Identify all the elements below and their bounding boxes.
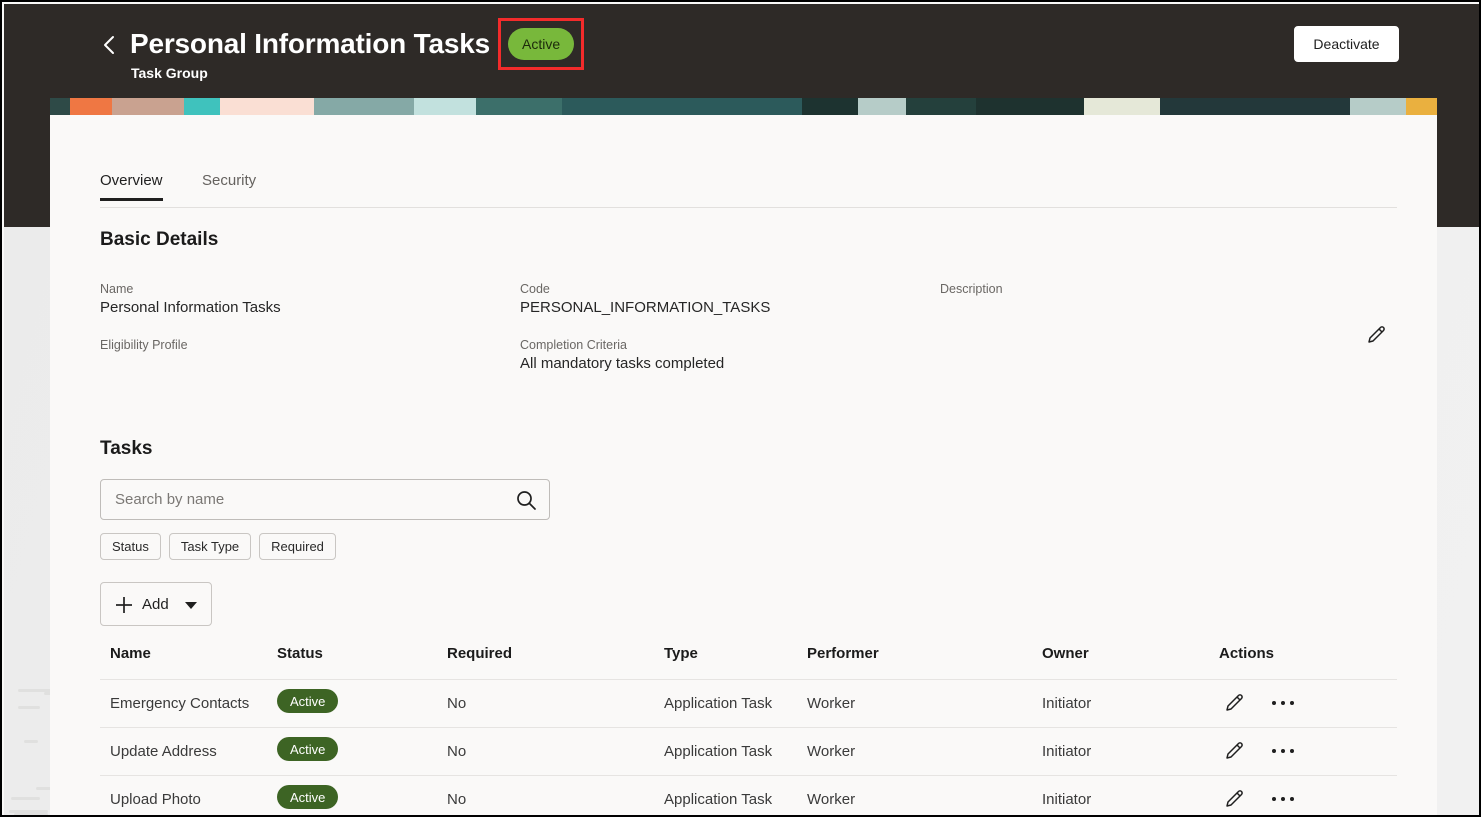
cell-status-badge: Active — [277, 737, 339, 761]
deactivate-button[interactable]: Deactivate — [1294, 26, 1399, 62]
add-task-label: Add — [142, 596, 169, 613]
basic-details-heading: Basic Details — [100, 229, 219, 250]
pencil-icon — [1365, 324, 1387, 349]
row-edit-pencil-icon[interactable] — [1222, 739, 1246, 763]
cell-owner: Initiator — [1042, 695, 1092, 712]
search-input[interactable] — [115, 480, 505, 519]
banner-segment — [314, 98, 414, 115]
field-name-label: Name — [100, 282, 134, 296]
field-code-value: PERSONAL_INFORMATION_TASKS — [520, 299, 771, 316]
field-completion-criteria-value: All mandatory tasks completed — [520, 355, 725, 372]
field-name: Name Personal Information Tasks — [100, 282, 281, 316]
filter-chip-status[interactable]: Status — [100, 533, 161, 560]
cell-performer: Worker — [807, 695, 856, 712]
cell-owner: Initiator — [1042, 791, 1092, 808]
banner-segment — [858, 98, 906, 115]
banner-segment — [112, 98, 184, 115]
content-card: Overview Security Basic Details Name Per… — [50, 98, 1437, 815]
plus-icon — [115, 596, 133, 614]
filter-chip-required[interactable]: Required — [259, 533, 336, 560]
banner-segment — [184, 98, 220, 115]
decorative-banner-image — [50, 98, 1437, 115]
banner-segment — [1406, 98, 1437, 115]
cell-name: Emergency Contacts — [110, 695, 250, 712]
banner-segment — [1084, 98, 1160, 115]
back-navigation-icon[interactable] — [96, 28, 122, 62]
cell-name: Upload Photo — [110, 791, 201, 808]
banner-segment — [414, 98, 476, 115]
tasks-table: Name Status Required Type Performer Owne… — [100, 632, 1397, 815]
banner-segment — [70, 98, 112, 115]
banner-segment — [220, 98, 314, 115]
banner-segment — [50, 98, 70, 115]
cell-performer: Worker — [807, 743, 856, 760]
row-ellipsis-icon[interactable] — [1270, 787, 1296, 811]
row-edit-pencil-icon[interactable] — [1222, 691, 1246, 715]
banner-segment — [562, 98, 802, 115]
banner-segment — [906, 98, 976, 115]
row-ellipsis-icon[interactable] — [1270, 739, 1296, 763]
banner-segment — [802, 98, 858, 115]
row-ellipsis-icon[interactable] — [1270, 691, 1296, 715]
field-eligibility-profile-label: Eligibility Profile — [100, 338, 188, 352]
application-window: Personal Information Tasks Task Group Ac… — [0, 0, 1481, 817]
field-completion-criteria-label: Completion Criteria — [520, 338, 627, 352]
cell-status-badge: Active — [277, 689, 339, 713]
column-header-name: Name — [110, 645, 151, 662]
tab-bar: Overview Security — [100, 172, 1397, 208]
row-edit-pencil-icon[interactable] — [1222, 787, 1246, 811]
table-row[interactable]: Emergency Contacts Active No Application… — [100, 680, 1397, 728]
field-completion-criteria: Completion Criteria All mandatory tasks … — [520, 338, 724, 372]
cell-name: Update Address — [110, 743, 217, 760]
search-icon[interactable] — [515, 489, 537, 511]
cell-type: Application Task — [664, 695, 773, 712]
banner-segment — [1160, 98, 1350, 115]
add-task-button[interactable]: Add — [100, 582, 212, 626]
cell-performer: Worker — [807, 791, 856, 808]
column-header-owner: Owner — [1042, 645, 1089, 662]
cell-required: No — [447, 791, 467, 808]
filter-chip-task-type[interactable]: Task Type — [168, 533, 252, 560]
cell-status-badge: Active — [277, 785, 339, 809]
tab-overview[interactable]: Overview — [100, 172, 163, 201]
page-title: Personal Information Tasks — [130, 28, 490, 59]
field-description: Description — [940, 282, 1003, 299]
cell-required: No — [447, 695, 467, 712]
tasks-heading: Tasks — [100, 438, 153, 459]
filter-chip-group: Status Task Type Required — [100, 533, 336, 560]
edit-basic-details-button[interactable] — [1360, 320, 1392, 352]
cell-owner: Initiator — [1042, 743, 1092, 760]
table-header-row: Name Status Required Type Performer Owne… — [100, 632, 1397, 680]
cell-required: No — [447, 743, 467, 760]
field-code: Code PERSONAL_INFORMATION_TASKS — [520, 282, 770, 316]
table-row[interactable]: Upload Photo Active No Application Task … — [100, 776, 1397, 815]
banner-segment — [1350, 98, 1406, 115]
status-badge-highlight — [498, 18, 584, 70]
banner-segment — [976, 98, 1084, 115]
field-description-label: Description — [940, 282, 1003, 296]
column-header-performer: Performer — [807, 645, 879, 662]
page-subtitle: Task Group — [131, 65, 208, 81]
column-header-actions: Actions — [1219, 645, 1275, 662]
chevron-down-icon — [185, 602, 197, 609]
field-code-label: Code — [520, 282, 550, 296]
banner-segment — [476, 98, 562, 115]
table-row[interactable]: Update Address Active No Application Tas… — [100, 728, 1397, 776]
tab-security[interactable]: Security — [202, 172, 256, 198]
task-search-box — [100, 479, 550, 520]
column-header-type: Type — [664, 645, 698, 662]
column-header-required: Required — [447, 645, 513, 662]
field-eligibility-profile: Eligibility Profile — [100, 338, 188, 355]
column-header-status: Status — [277, 645, 323, 662]
cell-type: Application Task — [664, 743, 773, 760]
cell-type: Application Task — [664, 791, 773, 808]
field-name-value: Personal Information Tasks — [100, 299, 281, 316]
